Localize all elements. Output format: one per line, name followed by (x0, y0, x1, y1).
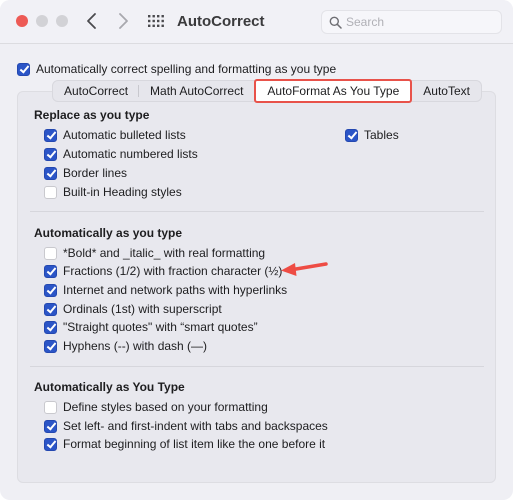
option-bold-italic-formatting[interactable]: *Bold* and _italic_ with real formatting (44, 245, 265, 261)
tab-autoformat-as-you-type[interactable]: AutoFormat As You Type (254, 79, 413, 103)
forward-button[interactable] (114, 11, 132, 31)
option-label: Tables (364, 128, 399, 142)
checkbox-checked[interactable] (44, 128, 57, 142)
option-built-in-heading-styles[interactable]: Built-in Heading styles (44, 184, 182, 200)
option-set-indent-tabs[interactable]: Set left- and first-indent with tabs and… (44, 418, 328, 434)
checkbox-checked[interactable] (44, 339, 57, 353)
tab-math-autocorrect[interactable]: Math AutoCorrect (139, 81, 254, 101)
option-label: Automatic bulleted lists (63, 128, 186, 142)
zoom-window-button[interactable] (56, 15, 68, 27)
close-window-button[interactable] (16, 15, 28, 27)
search-icon (329, 16, 342, 29)
option-label: Internet and network paths with hyperlin… (63, 283, 288, 297)
search-field[interactable] (321, 10, 502, 34)
annotation-arrow-icon (281, 262, 328, 276)
option-label: Define styles based on your formatting (63, 400, 268, 414)
option-label: "Straight quotes" with “smart quotes” (63, 320, 258, 334)
option-automatic-numbered-lists[interactable]: Automatic numbered lists (44, 146, 198, 162)
section-divider (30, 366, 484, 367)
option-label: Automatic numbered lists (63, 147, 198, 161)
option-label: Fractions (1/2) with fraction character … (63, 264, 283, 278)
option-hyphens-dash[interactable]: Hyphens (--) with dash (—) (44, 338, 207, 354)
checkbox-unchecked[interactable] (44, 246, 57, 260)
back-button[interactable] (83, 11, 101, 31)
minimize-window-button[interactable] (36, 15, 48, 27)
checkbox-label: Automatically correct spelling and forma… (36, 62, 337, 76)
window-title: AutoCorrect (177, 13, 265, 30)
checkbox-checked[interactable] (345, 128, 358, 142)
option-automatic-bulleted-lists[interactable]: Automatic bulleted lists (44, 127, 186, 143)
option-tables[interactable]: Tables (345, 127, 399, 143)
master-autocorrect-checkbox[interactable]: Automatically correct spelling and forma… (17, 61, 336, 77)
option-label: Set left- and first-indent with tabs and… (63, 419, 328, 433)
option-format-list-item[interactable]: Format beginning of list item like the o… (44, 436, 325, 452)
search-input[interactable] (346, 13, 496, 31)
title-bar: AutoCorrect (0, 0, 513, 44)
option-ordinals-superscript[interactable]: Ordinals (1st) with superscript (44, 301, 222, 317)
checkbox-unchecked[interactable] (44, 400, 57, 414)
autocorrect-window: AutoCorrect Automatically correct spelli… (0, 0, 513, 500)
checkbox-checked[interactable] (44, 147, 57, 161)
chevron-left-icon (87, 13, 96, 29)
checkbox-checked[interactable] (44, 283, 57, 297)
checkbox-checked[interactable] (44, 437, 57, 451)
option-label: Format beginning of list item like the o… (63, 437, 326, 451)
option-label: Border lines (63, 166, 128, 180)
checkbox-unchecked[interactable] (44, 185, 57, 199)
checkbox-checked[interactable] (44, 419, 57, 433)
tab-bar: AutoCorrect Math AutoCorrect AutoFormat … (52, 79, 482, 103)
option-smart-quotes[interactable]: "Straight quotes" with “smart quotes” (44, 319, 258, 335)
option-fractions[interactable]: Fractions (1/2) with fraction character … (44, 263, 282, 279)
section-title-automatically-as-you-type: Automatically as you type (34, 226, 183, 240)
option-internet-paths-hyperlinks[interactable]: Internet and network paths with hyperlin… (44, 282, 287, 298)
option-label: Hyphens (--) with dash (—) (63, 339, 208, 353)
checkbox-checked[interactable] (44, 320, 57, 334)
section-title-replace-as-you-type: Replace as you type (34, 108, 150, 122)
option-label: Ordinals (1st) with superscript (63, 302, 222, 316)
show-all-grid-icon[interactable] (147, 14, 165, 28)
option-define-styles[interactable]: Define styles based on your formatting (44, 399, 268, 415)
section-title-automatically-as-you-type-2: Automatically as You Type (34, 380, 185, 394)
option-border-lines[interactable]: Border lines (44, 165, 127, 181)
checkbox-checked[interactable] (44, 166, 57, 180)
checkbox-checked[interactable] (44, 302, 57, 316)
tab-autocorrect[interactable]: AutoCorrect (53, 81, 140, 101)
section-divider (30, 211, 484, 212)
tab-autotext[interactable]: AutoText (412, 81, 481, 101)
chevron-right-icon (119, 13, 128, 29)
checkbox-checked[interactable] (44, 264, 57, 278)
option-label: Built-in Heading styles (63, 185, 182, 199)
option-label: *Bold* and _italic_ with real formatting (63, 246, 266, 260)
checkbox-checked[interactable] (17, 62, 30, 76)
